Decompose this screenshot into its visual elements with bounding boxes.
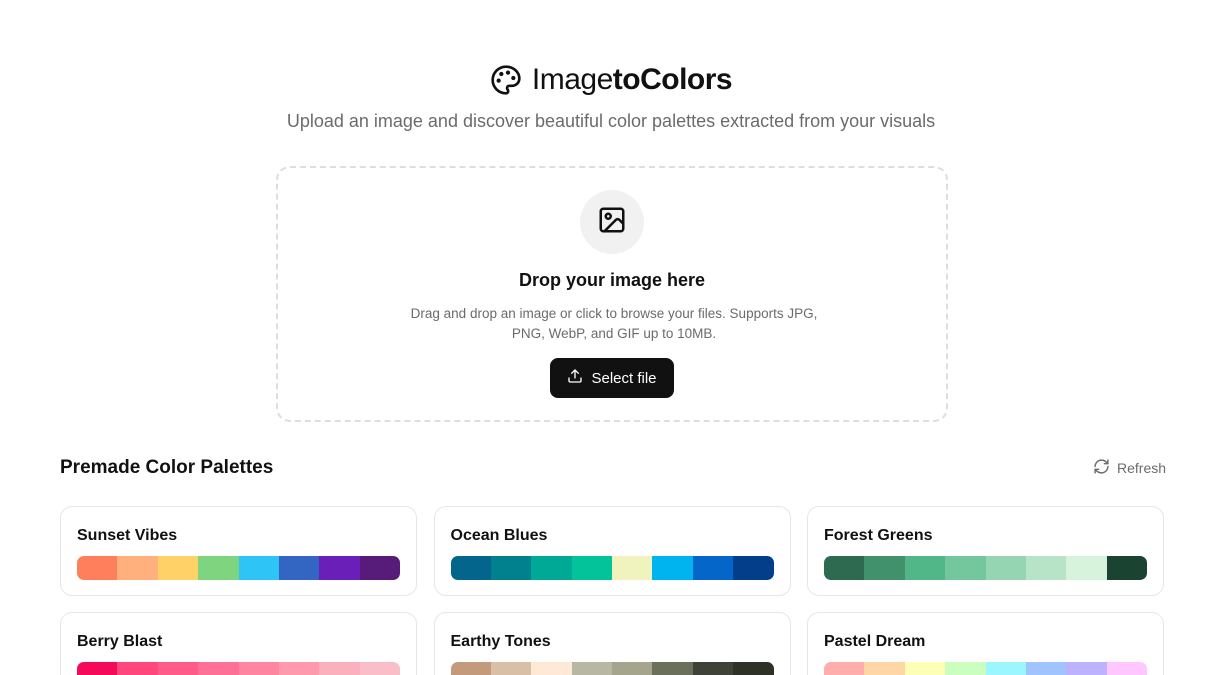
color-swatch[interactable] [904,556,946,580]
dropzone-icon-circle [580,190,644,254]
color-swatch[interactable] [985,662,1026,675]
color-swatch[interactable] [945,662,986,675]
dropzone-title: Drop your image here [518,270,706,290]
section-title: Premade Color Palettes [60,457,274,478]
refresh-button[interactable]: Refresh [1093,458,1166,478]
palette-card[interactable]: Berry Blast [60,612,417,675]
palette-swatches [824,556,1147,580]
refresh-icon [1093,458,1110,478]
color-swatch[interactable] [1025,556,1067,580]
color-swatch[interactable] [77,556,118,580]
color-swatch[interactable] [692,556,734,580]
palette-card[interactable]: Forest Greens [807,506,1164,596]
color-swatch[interactable] [612,556,653,580]
palette-name: Sunset Vibes [77,527,178,544]
color-swatch[interactable] [450,662,491,675]
color-swatch[interactable] [319,662,360,675]
color-swatch[interactable] [157,662,199,675]
palette-swatches [450,662,774,675]
color-swatch[interactable] [652,556,693,580]
color-swatch[interactable] [1066,662,1107,675]
palette-grid: Sunset Vibes Ocean Blues Forest Greens Berr… [60,506,1164,675]
color-swatch[interactable] [278,662,320,675]
color-swatch[interactable] [490,556,532,580]
page: ImagetoColors Upload an image and discov… [0,0,1222,675]
palette-name: Earthy Tones [450,633,551,650]
color-swatch[interactable] [1066,556,1107,580]
palette-card[interactable]: Sunset Vibes [60,506,417,596]
select-file-label: Select file [591,369,657,387]
color-swatch[interactable] [733,662,774,675]
color-swatch[interactable] [490,662,532,675]
color-swatch[interactable] [945,556,986,580]
palette-card[interactable]: Earthy Tones [433,612,791,675]
image-dropzone[interactable]: Drop your image here Drag and drop an im… [276,166,948,422]
color-swatch[interactable] [571,662,612,675]
color-swatch[interactable] [238,556,279,580]
color-swatch[interactable] [1106,556,1147,580]
color-swatch[interactable] [77,662,118,675]
color-swatch[interactable] [531,662,572,675]
palette-icon [490,64,522,96]
palette-name: Berry Blast [77,633,163,650]
color-swatch[interactable] [450,556,491,580]
color-swatch[interactable] [652,662,693,675]
app-title: ImagetoColors [531,62,733,98]
color-swatch[interactable] [864,662,905,675]
color-swatch[interactable] [117,662,158,675]
color-swatch[interactable] [157,556,199,580]
color-swatch[interactable] [117,556,158,580]
color-swatch[interactable] [692,662,734,675]
brand: ImagetoColors [0,62,1222,98]
color-swatch[interactable] [612,662,653,675]
color-swatch[interactable] [1106,662,1147,675]
color-swatch[interactable] [904,662,946,675]
palette-card[interactable]: Pastel Dream [807,612,1164,675]
color-swatch[interactable] [278,556,320,580]
app-title-light: Image [531,63,613,96]
color-swatch[interactable] [1025,662,1067,675]
color-swatch[interactable] [359,662,400,675]
select-file-button[interactable]: Select file [550,358,674,398]
palette-name: Forest Greens [824,527,933,544]
color-swatch[interactable] [733,556,774,580]
tagline: Upload an image and discover beautiful c… [286,111,936,131]
color-swatch[interactable] [824,662,865,675]
palette-name: Ocean Blues [450,527,548,544]
color-swatch[interactable] [571,556,612,580]
palette-swatches [450,556,774,580]
color-swatch[interactable] [531,556,572,580]
color-swatch[interactable] [985,556,1026,580]
app-title-bold: toColors [612,63,733,96]
palette-swatches [77,662,400,675]
color-swatch[interactable] [238,662,279,675]
color-swatch[interactable] [319,556,360,580]
refresh-label: Refresh [1117,460,1167,476]
color-swatch[interactable] [359,556,400,580]
palette-swatches [824,662,1147,675]
palette-swatches [77,556,400,580]
color-swatch[interactable] [198,662,239,675]
dropzone-description: Drag and drop an image or click to brows… [410,306,818,341]
color-swatch[interactable] [864,556,905,580]
upload-icon [567,368,583,388]
image-icon [597,205,627,240]
color-swatch[interactable] [824,556,865,580]
palette-name: Pastel Dream [824,633,926,650]
palette-card[interactable]: Ocean Blues [433,506,791,596]
color-swatch[interactable] [198,556,239,580]
